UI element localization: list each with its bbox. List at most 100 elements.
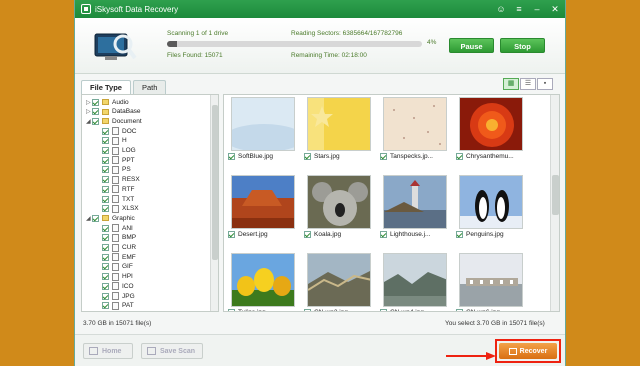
grid-scrollbar[interactable] — [550, 95, 559, 311]
tree-checkbox[interactable] — [102, 195, 109, 203]
tree-checkbox[interactable] — [102, 224, 109, 232]
tree-item[interactable]: HPI — [102, 272, 133, 282]
tree-item[interactable]: TXT — [102, 194, 134, 204]
minimize-button[interactable]: – — [529, 2, 545, 16]
home-button[interactable]: Home — [83, 343, 133, 359]
tree-item[interactable]: EMF — [102, 252, 136, 262]
tree-checkbox[interactable] — [102, 263, 109, 271]
close-button[interactable]: ✕ — [547, 2, 563, 16]
file-thumbnail[interactable]: Koala.jpg — [304, 175, 374, 241]
file-checkbox[interactable] — [304, 309, 311, 311]
tree-item-label: Document — [112, 117, 142, 125]
tree-item[interactable]: ◢ Document — [86, 116, 142, 126]
tree-checkbox[interactable] — [102, 156, 109, 164]
tree-checkbox[interactable] — [102, 234, 109, 242]
tree-item[interactable]: ANI — [102, 223, 133, 233]
recover-button[interactable]: Recover — [499, 343, 557, 359]
tree-item[interactable]: BMP — [102, 233, 136, 243]
tree-checkbox[interactable] — [102, 205, 109, 213]
tree-checkbox[interactable] — [102, 302, 109, 310]
save-scan-button[interactable]: Save Scan — [141, 343, 203, 359]
reading-sectors: Reading Sectors: 6385664/167782796 — [291, 30, 403, 37]
file-name: CN-wp2.jpg — [314, 309, 348, 311]
thumbnail-image — [231, 253, 295, 307]
thumbnail-caption: Lighthouse.j... — [380, 231, 450, 238]
file-checkbox[interactable] — [456, 231, 463, 238]
menu-icon[interactable]: ≡ — [511, 2, 527, 16]
thumbnail-image — [459, 253, 523, 307]
tree-checkbox[interactable] — [102, 137, 109, 145]
file-checkbox[interactable] — [304, 153, 311, 160]
file-checkbox[interactable] — [228, 309, 235, 311]
tree-checkbox[interactable] — [92, 214, 99, 222]
pause-button[interactable]: Pause — [449, 38, 494, 53]
tree-item[interactable]: PS — [102, 165, 131, 175]
tree-item[interactable]: RTF — [102, 184, 135, 194]
remaining-time: Remaining Time: 02:18:00 — [291, 52, 367, 59]
tree-item[interactable]: ▷ DataBase — [86, 107, 141, 117]
file-thumbnail[interactable]: CN-wp2.jpg — [304, 253, 374, 311]
file-checkbox[interactable] — [228, 231, 235, 238]
tree-item[interactable]: RESX — [102, 175, 140, 185]
tree-item[interactable]: ICO — [102, 281, 134, 291]
tree-checkbox[interactable] — [102, 282, 109, 290]
detail-view-icon[interactable]: ▪ — [537, 78, 553, 90]
tree-item[interactable]: CUR — [102, 243, 136, 253]
tree-checkbox[interactable] — [92, 117, 99, 125]
file-thumbnail[interactable]: Desert.jpg — [228, 175, 298, 241]
file-icon — [112, 185, 119, 194]
tree-checkbox[interactable] — [102, 253, 109, 261]
tree-checkbox[interactable] — [92, 108, 99, 116]
drive-scan-icon — [94, 33, 137, 60]
file-thumbnail[interactable]: Chrysanthemu... — [456, 97, 526, 163]
tree-item[interactable]: DOC — [102, 126, 136, 136]
tree-item[interactable]: LOG — [102, 146, 136, 156]
feedback-icon[interactable]: ☺ — [493, 2, 509, 16]
tree-item[interactable]: XLSX — [102, 204, 139, 214]
tree-checkbox[interactable] — [92, 98, 99, 106]
tree-checkbox[interactable] — [102, 176, 109, 184]
file-thumbnail[interactable]: SoftBlue.jpg — [228, 97, 298, 163]
file-checkbox[interactable] — [380, 309, 387, 311]
thumbnail-caption: Koala.jpg — [304, 231, 374, 238]
file-checkbox[interactable] — [380, 153, 387, 160]
tab-file-type[interactable]: File Type — [81, 80, 131, 94]
tree-item[interactable]: JPG — [102, 291, 135, 301]
file-checkbox[interactable] — [304, 231, 311, 238]
tree-checkbox[interactable] — [102, 166, 109, 174]
file-thumbnail[interactable]: Stars.jpg — [304, 97, 374, 163]
tree-checkbox[interactable] — [102, 244, 109, 251]
tree-checkbox[interactable] — [102, 147, 109, 154]
tree-item[interactable]: H — [102, 136, 127, 146]
file-checkbox[interactable] — [456, 309, 463, 311]
file-thumbnail[interactable]: Tulips.jpg — [228, 253, 298, 311]
file-checkbox[interactable] — [456, 153, 463, 160]
progress-percent: 4% — [427, 39, 437, 46]
tree-checkbox[interactable] — [102, 273, 109, 281]
app-window: iSkysoft Data Recovery ☺ ≡ – ✕ Scanning … — [74, 0, 566, 366]
file-thumbnail[interactable]: Tanspecks.jp... — [380, 97, 450, 163]
tree-checkbox[interactable] — [102, 185, 109, 193]
tree-item[interactable]: GIF — [102, 262, 133, 272]
stop-button[interactable]: Stop — [500, 38, 545, 53]
list-view-icon[interactable]: ☰ — [520, 78, 536, 90]
tree-item[interactable]: PAT — [102, 301, 134, 311]
file-thumbnail[interactable]: CN-wp4.jpg — [380, 253, 450, 311]
tree-item[interactable]: ◢ Graphic — [86, 213, 135, 223]
file-checkbox[interactable] — [228, 153, 235, 160]
file-thumbnail[interactable]: Penguins.jpg — [456, 175, 526, 241]
file-thumbnail[interactable]: Lighthouse.j... — [380, 175, 450, 241]
tree-item[interactable]: ▷ Audio — [86, 97, 129, 107]
home-button-label: Home — [102, 347, 122, 355]
tab-path[interactable]: Path — [132, 80, 167, 94]
tree-checkbox[interactable] — [102, 127, 109, 135]
tree-checkbox[interactable] — [102, 292, 109, 300]
file-checkbox[interactable] — [380, 231, 387, 238]
thumbnail-image — [383, 175, 447, 229]
thumbnail-caption: Chrysanthemu... — [456, 153, 526, 160]
file-thumbnail[interactable]: CN-wp6.jpg — [456, 253, 526, 311]
tree-scrollbar[interactable] — [210, 95, 218, 311]
tree-item[interactable]: PPT — [102, 155, 135, 165]
file-name: SoftBlue.jpg — [238, 153, 274, 160]
thumbnail-view-icon[interactable]: ▦ — [503, 78, 519, 90]
